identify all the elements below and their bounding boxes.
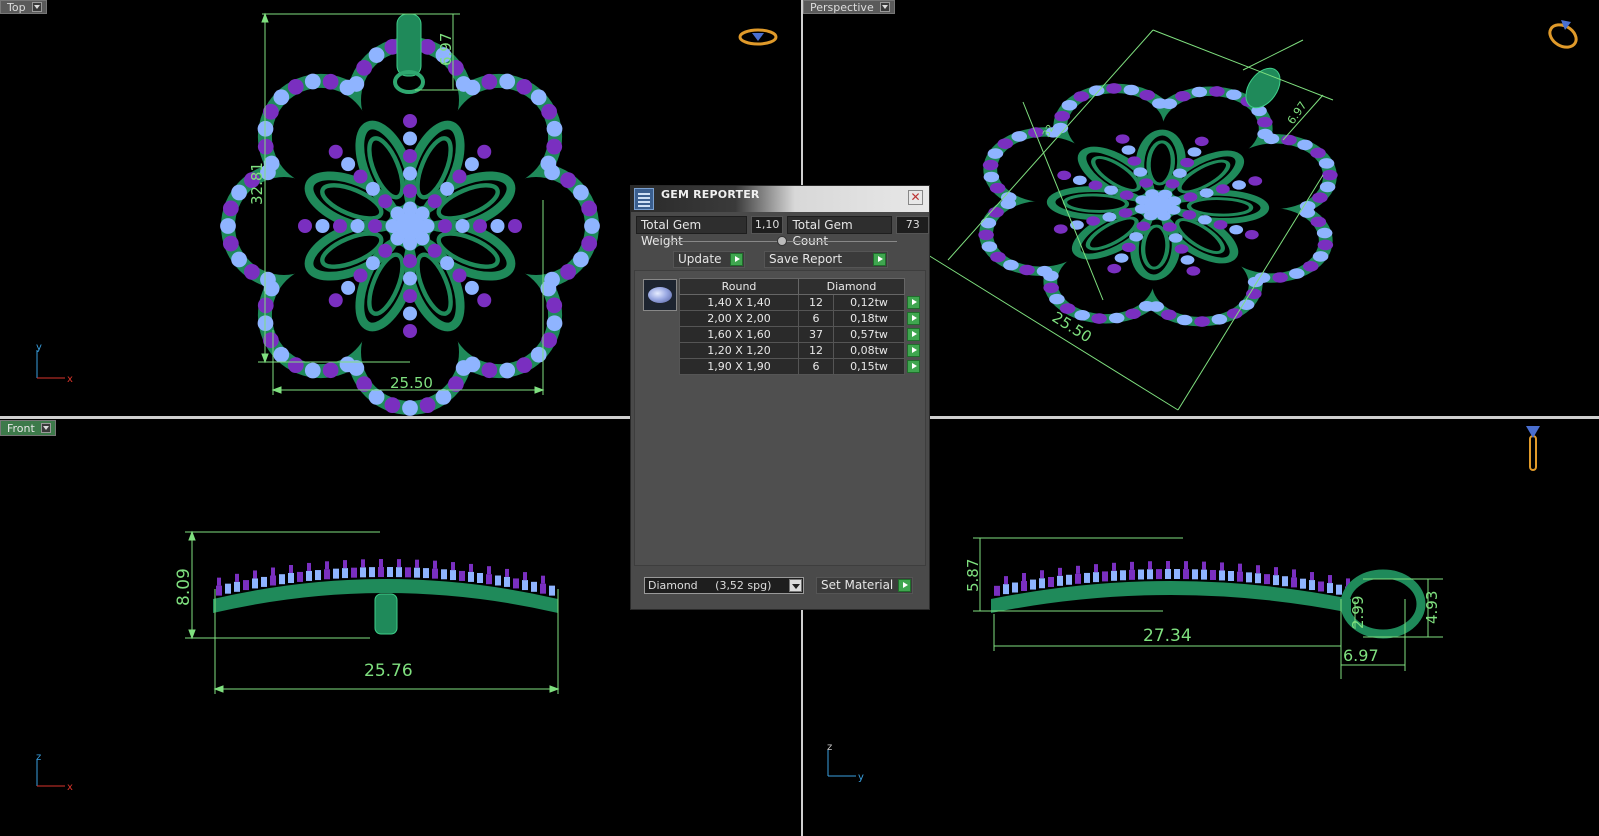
gem-count-cell: 37 [798, 326, 834, 343]
save-report-button-label: Save Report [769, 252, 843, 266]
table-row[interactable]: 1,40 X 1,40 12 0,12tw [679, 294, 922, 311]
row-select-button[interactable] [905, 359, 922, 375]
col-shape: Round [679, 278, 799, 295]
table-row[interactable]: 1,20 X 1,20 12 0,08tw [679, 342, 922, 359]
row-select-button[interactable] [905, 327, 922, 343]
gem-round-thumbnail[interactable] [643, 279, 677, 311]
axis-gizmo-right: z y [827, 742, 864, 783]
row-select-button[interactable] [905, 343, 922, 359]
gem-count-cell: 6 [798, 358, 834, 375]
dim-front-height: 8.09 [174, 568, 194, 606]
gem-count-cell: 12 [798, 342, 834, 359]
dim-persp-bail: 6.97 [1285, 99, 1310, 127]
gem-count-cell: 6 [798, 310, 834, 327]
row-select-button[interactable] [905, 295, 922, 311]
play-icon [906, 312, 920, 326]
svg-text:y: y [36, 342, 42, 353]
viewport-label-perspective[interactable]: Perspective [803, 0, 895, 14]
gem-size-cell: 2,00 X 2,00 [679, 310, 799, 327]
gem-weight-cell: 0,12tw [833, 294, 905, 311]
set-material-button[interactable]: Set Material [816, 577, 913, 594]
totals-row: Total Gem Weight 1,10 Total Gem Count 73 [636, 216, 929, 248]
dim-right-bail-h: 2.99 [1349, 596, 1367, 629]
gem-table: Round Diamond 1,40 X 1,40 12 0,12tw 2,00 X … [679, 278, 922, 375]
view-cube-icon[interactable] [738, 26, 778, 48]
dim-right-bail-w: 6.97 [1343, 646, 1379, 665]
dim-right-height: 5.87 [964, 559, 982, 592]
svg-text:x: x [67, 374, 73, 385]
dim-front-width: 25.76 [364, 661, 413, 681]
svg-text:z: z [827, 742, 832, 753]
viewport-label-text: Perspective [810, 0, 874, 14]
total-count-label: Total Gem Count [787, 216, 893, 248]
play-icon [906, 296, 920, 310]
table-row[interactable]: 1,60 X 1,60 37 0,57tw [679, 326, 922, 343]
dialog-titlebar[interactable]: GEM REPORTER ✕ [631, 186, 929, 212]
dim-top-bail: 6.97 [437, 33, 455, 66]
svg-text:y: y [858, 772, 864, 783]
play-icon [730, 253, 743, 266]
save-report-button[interactable]: Save Report [764, 251, 888, 268]
gem-reporter-dialog: GEM REPORTER ✕ Total Gem Weight 1,10 Tot… [630, 185, 930, 610]
material-select-value: Diamond (3,52 spg) [648, 579, 772, 592]
gem-list-panel: Round Diamond 1,40 X 1,40 12 0,12tw 2,00 X … [634, 270, 926, 566]
update-button-label: Update [678, 252, 722, 266]
row-select-button[interactable] [905, 311, 922, 327]
total-weight-value: 1,10 [750, 216, 784, 234]
gem-weight-cell: 0,57tw [833, 326, 905, 343]
total-count-value: 73 [896, 216, 929, 234]
total-weight-label: Total Gem Weight [636, 216, 747, 248]
gem-weight-cell: 0,18tw [833, 310, 905, 327]
viewport-label-text: Front [7, 421, 35, 435]
chevron-down-icon[interactable] [789, 579, 802, 592]
viewport-label-front[interactable]: Front [0, 420, 56, 436]
close-button[interactable]: ✕ [908, 190, 923, 205]
play-icon [898, 579, 911, 592]
axis-gizmo-front: z x [36, 752, 73, 793]
play-icon [906, 328, 920, 342]
dim-right-bail-total: 4.93 [1423, 591, 1441, 624]
set-material-button-label: Set Material [821, 578, 894, 592]
chevron-down-icon[interactable] [879, 2, 890, 12]
chevron-down-icon[interactable] [31, 2, 42, 12]
gem-weight-cell: 0,08tw [833, 342, 905, 359]
view-cube-icon[interactable] [1521, 422, 1545, 474]
dim-top-width: 25.50 [390, 374, 433, 392]
axis-gizmo-top: y x [36, 342, 73, 385]
gem-size-cell: 1,90 X 1,90 [679, 358, 799, 375]
gem-size-cell: 1,40 X 1,40 [679, 294, 799, 311]
play-icon [906, 360, 920, 374]
material-select[interactable]: Diamond (3,52 spg) [644, 577, 804, 594]
play-icon [906, 344, 920, 358]
gem-size-cell: 1,20 X 1,20 [679, 342, 799, 359]
col-material: Diamond [798, 278, 905, 295]
gem-size-cell: 1,60 X 1,60 [679, 326, 799, 343]
gem-count-cell: 12 [798, 294, 834, 311]
table-row[interactable]: 1,90 X 1,90 6 0,15tw [679, 358, 922, 375]
view-cube-icon[interactable] [1543, 12, 1583, 52]
viewport-label-top[interactable]: Top [0, 0, 47, 14]
gem-reporter-icon [634, 188, 654, 210]
chevron-down-icon[interactable] [40, 423, 51, 433]
bail-shape [396, 13, 422, 77]
collapse-toggle[interactable] [777, 236, 787, 246]
svg-text:z: z [36, 752, 41, 763]
dialog-title: GEM REPORTER [661, 188, 760, 201]
viewport-label-text: Top [7, 0, 26, 14]
dim-top-height: 32.81 [248, 162, 266, 205]
dim-right-length: 27.34 [1143, 626, 1192, 646]
table-row[interactable]: 2,00 X 2,00 6 0,18tw [679, 310, 922, 327]
play-icon [873, 253, 886, 266]
svg-text:x: x [67, 782, 73, 793]
gem-weight-cell: 0,15tw [833, 358, 905, 375]
update-button[interactable]: Update [673, 251, 745, 268]
